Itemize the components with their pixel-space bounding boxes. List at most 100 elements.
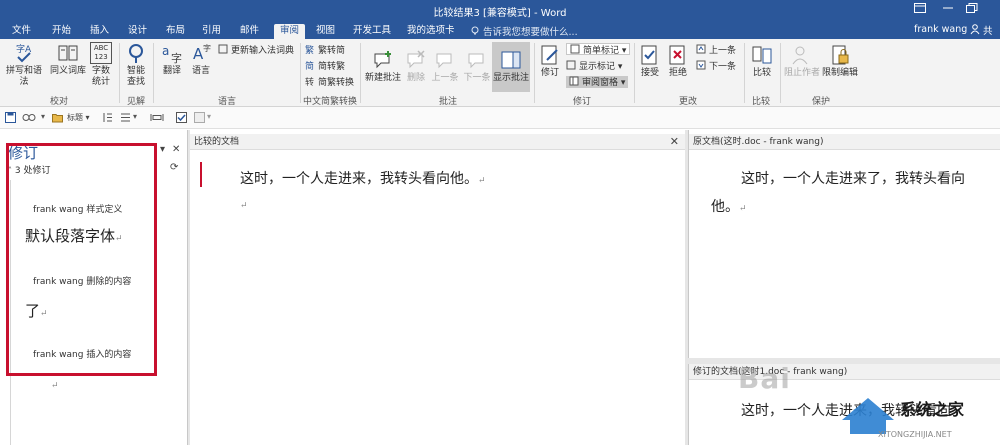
quick-access-toolbar: ▾ 标题 ▾ ▾ ▾ [0, 107, 1000, 129]
refresh-icon[interactable]: ⟳ [170, 162, 178, 173]
accept-icon [641, 45, 657, 65]
width-icon[interactable] [150, 112, 164, 123]
qat-dropdown-arrow[interactable]: ▾ [133, 112, 137, 121]
delete-comment-button[interactable]: 删除 [404, 49, 428, 84]
reject-button[interactable]: 拒绝 [666, 44, 690, 79]
compared-document-header: 比较的文档 ✕ [190, 134, 685, 150]
group-label-protect: 保护 [811, 97, 830, 107]
compare-button[interactable]: 比较 [748, 44, 776, 79]
prev-comment-button[interactable]: 上一条 [430, 49, 460, 84]
ribbon-display-icon [914, 3, 926, 13]
pane-close-button[interactable]: ✕ [172, 144, 180, 155]
prev-change-icon [696, 44, 706, 54]
delete-comment-icon [407, 50, 425, 69]
checkbox-icon[interactable] [176, 112, 187, 123]
show-comments-icon [501, 51, 521, 69]
revision-content[interactable]: ↵ [51, 380, 59, 391]
ribbon-separator [634, 43, 635, 103]
tab-references[interactable]: 引用 [196, 24, 227, 39]
close-icon[interactable]: ✕ [670, 134, 679, 150]
tab-design[interactable]: 设计 [122, 24, 153, 39]
tab-view[interactable]: 视图 [310, 24, 341, 39]
tab-layout[interactable]: 布局 [160, 24, 191, 39]
tab-mailings[interactable]: 邮件 [234, 24, 265, 39]
language-button[interactable]: A字 语言 [188, 42, 214, 77]
smart-lookup-button[interactable]: 智能 查找 [122, 42, 150, 88]
link-icon[interactable] [22, 112, 38, 123]
show-markup-icon [566, 60, 576, 70]
tab-developer[interactable]: 开发工具 [347, 24, 397, 39]
simple-markup-dropdown[interactable]: 简单标记 ▾ [566, 43, 631, 56]
review-pane-dropdown[interactable]: 审阅窗格 ▾ [566, 76, 629, 88]
ribbon-display-button[interactable] [910, 3, 930, 16]
language-icon: A字 [193, 43, 211, 63]
group-label-insights: 见解 [126, 97, 145, 107]
document-line[interactable]: 他。↵ [711, 196, 747, 216]
qat-dropdown-arrow[interactable]: ▾ [41, 112, 45, 121]
svg-text:a: a [162, 44, 169, 58]
svg-text:字: 字 [203, 43, 211, 53]
highlight-annotation-box [6, 143, 157, 376]
form-icon[interactable] [194, 112, 205, 123]
site-watermark: XITONGZHIJIA.NET [878, 430, 952, 439]
update-ime-button[interactable]: 更新输入法词典 [218, 44, 294, 56]
svg-text:转: 转 [305, 76, 314, 86]
baidu-watermark: Bai [738, 362, 791, 395]
next-change-button[interactable]: 下一条 [696, 60, 736, 72]
convert-button[interactable]: 转简繁转换 [305, 76, 354, 88]
group-label-comments: 批注 [438, 97, 457, 107]
ribbon-tab-bar: 文件 开始 插入 设计 布局 引用 邮件 审阅 视图 开发工具 我的选项卡 告诉… [0, 22, 1000, 51]
show-markup-dropdown[interactable]: 显示标记 ▾ [566, 60, 622, 72]
pane-options-button[interactable]: ▾ [160, 144, 165, 155]
word-count-button[interactable]: ABC 123 字数 统计 [88, 42, 114, 88]
dictionary-icon [218, 44, 228, 54]
reject-icon [669, 45, 685, 65]
group-label-tracking: 修订 [572, 97, 591, 107]
trad-simp-icon: 繁 [305, 44, 314, 54]
empty-paragraph[interactable]: ↵ [240, 196, 248, 212]
thesaurus-button[interactable]: 同义词库 [48, 42, 88, 77]
svg-text:繁: 繁 [305, 44, 314, 54]
document-line[interactable]: 这时，一个人走进来了，我转头看向 [741, 168, 965, 188]
minimize-button[interactable] [938, 3, 958, 16]
user-name[interactable]: frank wang [914, 24, 967, 35]
document-line[interactable]: 这时，一个人走进来，我转头看向他。↵ [240, 168, 486, 188]
group-label-compare: 比较 [751, 97, 770, 107]
ribbon-separator [360, 43, 361, 103]
restrict-editing-button[interactable]: 限制编辑 [822, 44, 858, 79]
style-selector[interactable]: 标题 ▾ [67, 112, 90, 123]
next-comment-button[interactable]: 下一条 [462, 49, 492, 84]
tab-my-tab[interactable]: 我的选项卡 [401, 24, 461, 39]
restore-button[interactable] [962, 3, 982, 16]
block-authors-button[interactable]: 阻止作者 [784, 44, 820, 79]
svg-text:字: 字 [171, 51, 182, 64]
tell-me-box[interactable]: 告诉我您想要做什么... [470, 24, 578, 38]
prev-change-button[interactable]: 上一条 [696, 44, 736, 56]
ribbon-review: 字A 拼写和语法 同义词库 ABC 123 字数 统计 校对 智能 查找 见解 … [0, 39, 1000, 107]
line-spacing-icon[interactable] [102, 112, 113, 123]
revision-pane: 修订 ▾ ✕ ˄ 3 处修订 ⟳ frank wang 样式定义 默认段落字体↵… [0, 130, 188, 445]
compared-document-pane: 比较的文档 ✕ 这时，一个人走进来，我转头看向他。↵ ↵ [190, 130, 685, 445]
ribbon-separator [534, 43, 535, 103]
new-comment-button[interactable]: 新建批注 [364, 49, 402, 84]
spelling-grammar-button[interactable]: 字A 拼写和语法 [2, 42, 46, 88]
tab-home[interactable]: 开始 [46, 24, 77, 39]
show-comments-button[interactable]: 显示批注 [492, 42, 530, 92]
group-label-language: 语言 [217, 97, 236, 107]
markup-icon [570, 44, 580, 54]
simp-trad-icon: 简 [305, 60, 314, 70]
group-label-chinese: 中文简繁转换 [302, 97, 357, 107]
list-icon[interactable] [120, 112, 131, 123]
tab-file[interactable]: 文件 [6, 24, 37, 39]
track-changes-button[interactable]: 修订 [538, 44, 562, 79]
tab-review[interactable]: 审阅 [274, 24, 306, 39]
compare-icon [752, 46, 772, 64]
save-icon[interactable] [5, 112, 16, 123]
folder-icon[interactable] [52, 112, 63, 123]
simp-to-trad-button[interactable]: 简简转繁 [305, 60, 345, 72]
translate-button[interactable]: a字 翻译 [158, 42, 186, 77]
accept-button[interactable]: 接受 [638, 44, 662, 79]
qat-dropdown-arrow[interactable]: ▾ [207, 112, 211, 121]
tab-insert[interactable]: 插入 [84, 24, 115, 39]
trad-to-simp-button[interactable]: 繁繁转简 [305, 44, 345, 56]
